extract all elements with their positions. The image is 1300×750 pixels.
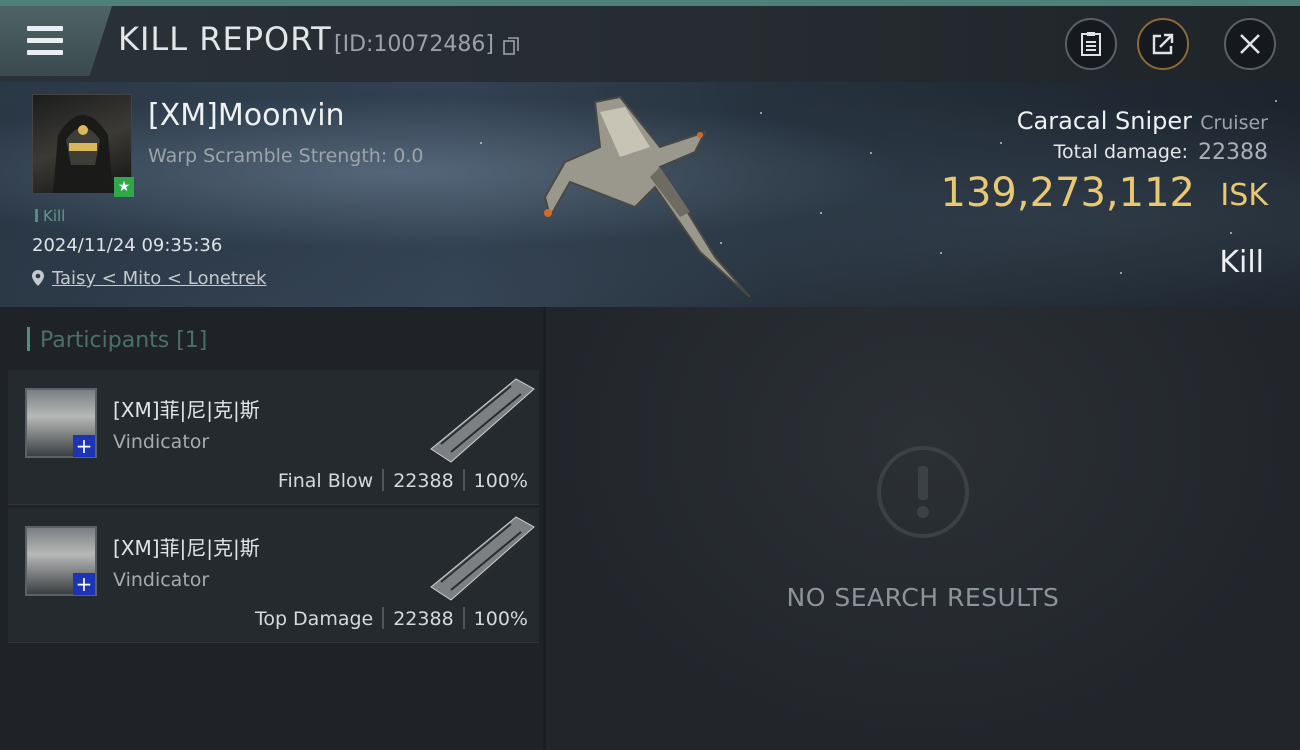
plus-icon: + — [73, 435, 95, 457]
victim-name[interactable]: [XM]Moonvin — [148, 98, 345, 133]
kill-timestamp: 2024/11/24 09:35:36 — [32, 235, 223, 256]
share-button[interactable] — [1137, 18, 1189, 70]
participant-percent: 100% — [473, 470, 528, 492]
participant-stats: Final Blow 22388 100% — [278, 469, 528, 492]
victim-status-badge: ★ — [114, 177, 134, 197]
alert-icon — [877, 446, 969, 538]
kill-location[interactable]: Taisy < Mito < Lonetrek — [32, 268, 267, 289]
participant-ship-image — [430, 378, 535, 463]
participant-row[interactable]: + [XM]菲|尼|克|斯 Vindicator Top Damage 22388… — [8, 508, 539, 643]
victim-ship-class: Cruiser — [1200, 112, 1268, 134]
warp-scramble-strength: Warp Scramble Strength: 0.0 — [148, 145, 424, 167]
clipboard-button[interactable] — [1065, 18, 1117, 70]
clipboard-icon — [1081, 32, 1101, 56]
close-button[interactable] — [1224, 18, 1276, 70]
participant-name: [XM]菲|尼|克|斯 — [113, 536, 260, 560]
result-label: Kill — [1219, 245, 1264, 280]
total-damage-label: Total damage: — [1053, 141, 1188, 163]
participant-damage: 22388 — [393, 470, 454, 492]
participant-ship: Vindicator — [113, 569, 210, 591]
close-icon — [1240, 34, 1260, 54]
participant-role: Final Blow — [277, 470, 374, 492]
victim-ship-name: Caracal Sniper — [1016, 107, 1192, 135]
total-damage-value: 22388 — [1198, 140, 1268, 165]
location-link[interactable]: Taisy < Mito < Lonetrek — [52, 268, 267, 289]
copy-icon[interactable] — [503, 37, 519, 55]
participants-header: Participants [1] — [27, 327, 207, 353]
location-pin-icon — [32, 270, 44, 286]
participant-role: Top Damage — [254, 608, 374, 630]
page-title: KILL REPORT — [118, 20, 332, 58]
participant-stats: Top Damage 22388 100% — [255, 607, 528, 630]
participant-ship: Vindicator — [113, 431, 210, 453]
victim-ship-image — [543, 95, 751, 298]
kill-tag: Kill — [35, 207, 65, 225]
participant-damage: 22388 — [393, 608, 454, 630]
plus-icon: + — [73, 573, 95, 595]
isk-value: 139,273,112 — [940, 170, 1195, 216]
participant-percent: 100% — [473, 608, 528, 630]
report-id: [ID:10072486] — [334, 32, 494, 57]
no-results-message: NO SEARCH RESULTS — [786, 583, 1060, 612]
participant-row[interactable]: + [XM]菲|尼|克|斯 Vindicator Final Blow 22388… — [8, 370, 539, 505]
isk-unit: ISK — [1220, 178, 1268, 213]
participant-name: [XM]菲|尼|克|斯 — [113, 398, 260, 422]
share-icon — [1152, 33, 1174, 55]
participant-ship-image — [430, 516, 535, 601]
menu-icon — [27, 26, 63, 56]
